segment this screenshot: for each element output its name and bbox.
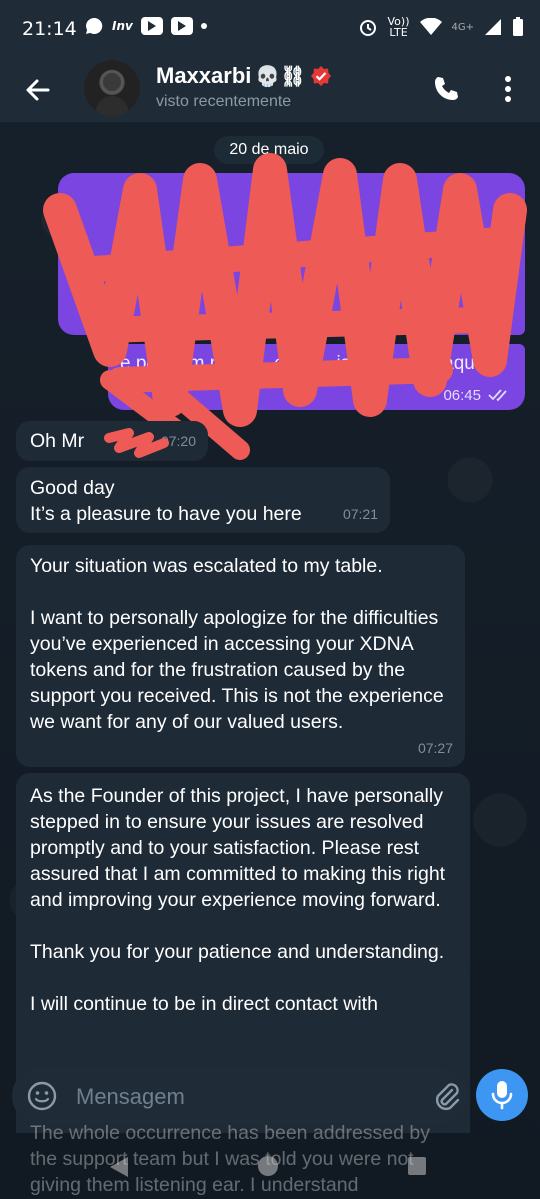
message-time: 07:27 <box>417 740 453 756</box>
more-vertical-icon[interactable] <box>500 73 516 105</box>
chat-header: Maxxarbi 💀⛓ visto recentemente <box>0 56 540 122</box>
signal-icon <box>485 19 501 35</box>
app-label: Inv <box>112 19 133 33</box>
system-icons: Vo)) LTE 4G+ <box>358 16 524 38</box>
microphone-icon <box>491 1081 513 1110</box>
message-continuation: The whole occurrence has been addressed … <box>30 1122 430 1196</box>
verified-badge-icon <box>310 66 331 86</box>
contact-name-text: Maxxarbi <box>156 63 252 88</box>
message-input[interactable] <box>74 1075 408 1119</box>
message-text: Your situation was escalated to my table… <box>30 555 444 733</box>
phone-icon[interactable] <box>430 73 462 105</box>
status-bar: 21:14 Inv Vo)) LTE 4G+ <box>0 0 540 56</box>
arrow-left-icon[interactable] <box>18 70 58 110</box>
nav-home-icon[interactable] <box>258 1156 278 1176</box>
message-time: 06:45 <box>443 387 481 404</box>
incoming-message[interactable]: Oh Mr 07:20 <box>16 421 208 461</box>
status-time: 21:14 <box>22 18 77 40</box>
nav-back-icon[interactable] <box>108 1155 130 1179</box>
wifi-icon <box>419 18 442 35</box>
paperclip-icon[interactable] <box>430 1080 462 1112</box>
name-emojis: 💀⛓ <box>255 65 306 88</box>
message-text: Oh Mr <box>30 430 85 452</box>
alarm-icon <box>359 20 376 36</box>
date-separator: 20 de maio <box>214 136 324 164</box>
message-text: e pediram para ... es a ... isso e estou… <box>120 353 480 374</box>
double-check-icon <box>488 314 507 327</box>
contact-name[interactable]: Maxxarbi 💀⛓ <box>156 63 332 89</box>
network-type: 4G+ <box>451 21 475 33</box>
volte-indicator: Vo)) LTE <box>387 15 410 39</box>
message-composer <box>12 1067 467 1125</box>
redaction-scribble <box>104 428 169 458</box>
double-check-icon <box>488 389 507 402</box>
nav-recents-icon[interactable] <box>408 1157 426 1175</box>
microphone-button[interactable] <box>476 1069 528 1121</box>
message-text: As the Founder of this project, I have p… <box>30 785 446 1015</box>
notification-icons: Inv <box>84 16 207 36</box>
youtube-icon <box>170 17 193 35</box>
incoming-message[interactable]: Your situation was escalated to my table… <box>16 545 465 767</box>
outgoing-message[interactable]: e pediram para ... es a ... isso e estou… <box>108 344 525 410</box>
message-time: 07:21 <box>342 506 378 522</box>
outgoing-message[interactable] <box>58 173 525 335</box>
chat-bubble-icon <box>86 17 103 34</box>
incoming-message[interactable]: Good day It’s a pleasure to have you her… <box>16 467 390 533</box>
battery-icon <box>513 17 523 36</box>
message-text: Good day It’s a pleasure to have you her… <box>30 477 302 525</box>
contact-status: visto recentemente <box>156 93 292 110</box>
smiley-icon[interactable] <box>26 1080 58 1112</box>
avatar-image <box>94 73 130 116</box>
dot-icon <box>200 23 207 29</box>
youtube-icon <box>140 17 163 35</box>
avatar[interactable] <box>84 60 140 116</box>
